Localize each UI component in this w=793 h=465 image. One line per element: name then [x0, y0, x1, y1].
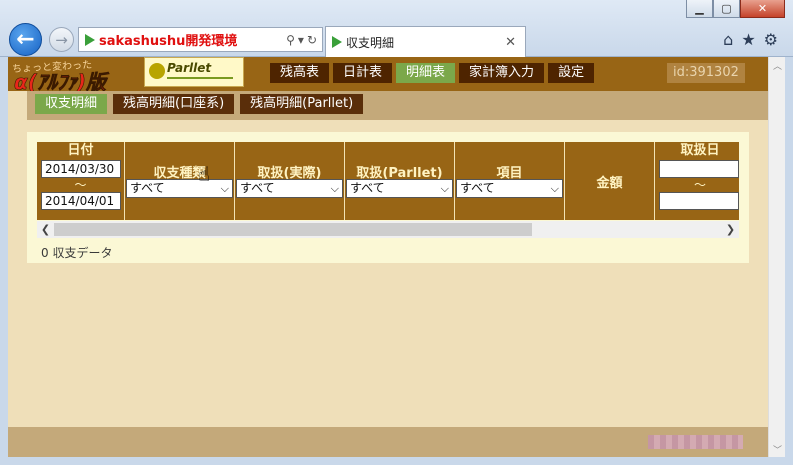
- logo-alpha[interactable]: ちょっと変わった α(ｱﾙﾌｧ)版: [10, 57, 148, 94]
- filter-table: 日付 2014/03/30 ～ 2014/04/01 収支種類 すべて ⌵ 取扱(…: [37, 142, 739, 220]
- page-viewport: ちょっと変わった α(ｱﾙﾌｧ)版 Parllet 残高表 日計表 明細表 家計…: [8, 57, 768, 457]
- handle-date-header: 取扱日: [680, 143, 720, 158]
- chevron-down-icon: ⌵: [330, 182, 339, 195]
- window-frame-left: [0, 57, 8, 457]
- item-select[interactable]: すべて ⌵: [456, 179, 563, 198]
- back-button[interactable]: ←: [9, 23, 42, 56]
- date-column: 日付 2014/03/30 ～ 2014/04/01: [37, 142, 125, 220]
- nav-settings[interactable]: 設定: [548, 63, 595, 83]
- tab-favicon-icon: [332, 36, 342, 48]
- handling-parllet-select[interactable]: すべて ⌵: [346, 179, 453, 198]
- home-icon[interactable]: ⌂: [723, 30, 733, 49]
- handle-date-column: 取扱日 ～: [655, 142, 739, 220]
- filter-panel: 日付 2014/03/30 ～ 2014/04/01 収支種類 すべて ⌵ 取扱(…: [27, 132, 749, 263]
- forward-button[interactable]: →: [49, 27, 74, 52]
- tab-close-icon[interactable]: ✕: [505, 35, 516, 50]
- handle-date-from-input[interactable]: [659, 160, 739, 178]
- vertical-scrollbar[interactable]: ︿ ﹀: [768, 57, 785, 457]
- gear-icon[interactable]: ⚙: [764, 30, 778, 49]
- handling-actual-select[interactable]: すべて ⌵: [236, 179, 343, 198]
- site-footer: [8, 427, 768, 457]
- page-favicon-icon: [85, 33, 95, 46]
- chevron-down-icon: ⌵: [440, 182, 449, 195]
- browser-tab[interactable]: 収支明細 ✕: [325, 26, 526, 57]
- window-frame-bottom: [0, 457, 793, 465]
- kind-select[interactable]: すべて ⌵: [126, 179, 233, 198]
- chevron-down-icon: ⌵: [220, 182, 229, 195]
- horizontal-scrollbar[interactable]: ❮ ❯: [37, 221, 739, 238]
- date-header: 日付: [67, 143, 94, 158]
- footer-blurred-text: [648, 435, 743, 449]
- chevron-down-icon: ⌵: [550, 182, 559, 195]
- window-frame-right: [785, 57, 793, 465]
- nav-daily-table[interactable]: 日計表: [333, 63, 393, 83]
- scrollbar-thumb[interactable]: [54, 223, 532, 236]
- favorites-star-icon[interactable]: ★: [741, 30, 755, 49]
- kind-column: 収支種類 すべて ⌵: [125, 142, 235, 220]
- nav-household-entry[interactable]: 家計簿入力: [459, 63, 545, 83]
- logo-parllet-text: Parllet: [167, 61, 212, 75]
- tab-title[interactable]: 収支明細: [346, 34, 505, 51]
- user-id-badge: id:391302: [667, 63, 745, 83]
- refresh-icon[interactable]: ↻: [307, 33, 317, 47]
- handle-date-to-input[interactable]: [659, 192, 739, 210]
- nav-detail-table[interactable]: 明細表: [396, 63, 456, 83]
- maximize-icon[interactable]: ▢: [713, 0, 740, 18]
- date-from-input[interactable]: 2014/03/30: [41, 160, 121, 178]
- logo-circle-icon: [149, 63, 165, 79]
- main-nav: 残高表 日計表 明細表 家計簿入力 設定: [270, 63, 595, 83]
- item-column: 項目 すべて ⌵: [455, 142, 565, 220]
- handling-parllet-column: 取扱(Parllet) すべて ⌵: [345, 142, 455, 220]
- sub-tab-bar: 収支明細 残高明細(口座系) 残高明細(Parllet): [27, 91, 768, 120]
- window-buttons: ▁ ▢ ✕: [686, 0, 785, 18]
- date-to-input[interactable]: 2014/04/01: [41, 192, 121, 210]
- scroll-right-icon[interactable]: ❯: [722, 221, 739, 238]
- browser-chrome: ▁ ▢ ✕ ← → sakashushu開発環境 ⚲ ▾ ↻ 収支明細 ✕ ⌂ …: [0, 0, 793, 57]
- subtab-income-expense-detail[interactable]: 収支明細: [35, 94, 108, 114]
- address-bar[interactable]: sakashushu開発環境 ⚲ ▾ ↻: [78, 27, 323, 52]
- address-text[interactable]: sakashushu開発環境: [99, 30, 286, 49]
- amount-column: 金額: [565, 142, 655, 220]
- logo-arrow-icon: [167, 77, 233, 79]
- hand-cursor-icon: ☝: [198, 162, 211, 186]
- subtab-balance-account[interactable]: 残高明細(口座系): [113, 94, 235, 114]
- site-header: ちょっと変わった α(ｱﾙﾌｧ)版 Parllet 残高表 日計表 明細表 家計…: [8, 57, 768, 94]
- amount-header: 金額: [596, 176, 623, 191]
- scroll-up-icon[interactable]: ︿: [769, 57, 786, 73]
- date-range-tilde: ～: [74, 178, 87, 192]
- nav-balance-table[interactable]: 残高表: [270, 63, 330, 83]
- search-icon[interactable]: ⚲: [286, 33, 295, 47]
- logo-parllet[interactable]: Parllet: [144, 57, 244, 87]
- subtab-balance-parllet[interactable]: 残高明細(Parllet): [240, 94, 364, 114]
- handle-date-tilde: ～: [693, 178, 706, 192]
- handling-actual-column: 取扱(実際) すべて ⌵: [235, 142, 345, 220]
- result-count: 0 収支データ: [41, 246, 113, 260]
- minimize-icon[interactable]: ▁: [686, 0, 713, 18]
- scroll-down-icon[interactable]: ﹀: [769, 441, 786, 457]
- dropdown-icon[interactable]: ▾: [298, 33, 304, 47]
- scroll-left-icon[interactable]: ❮: [37, 221, 54, 238]
- close-icon[interactable]: ✕: [740, 0, 785, 18]
